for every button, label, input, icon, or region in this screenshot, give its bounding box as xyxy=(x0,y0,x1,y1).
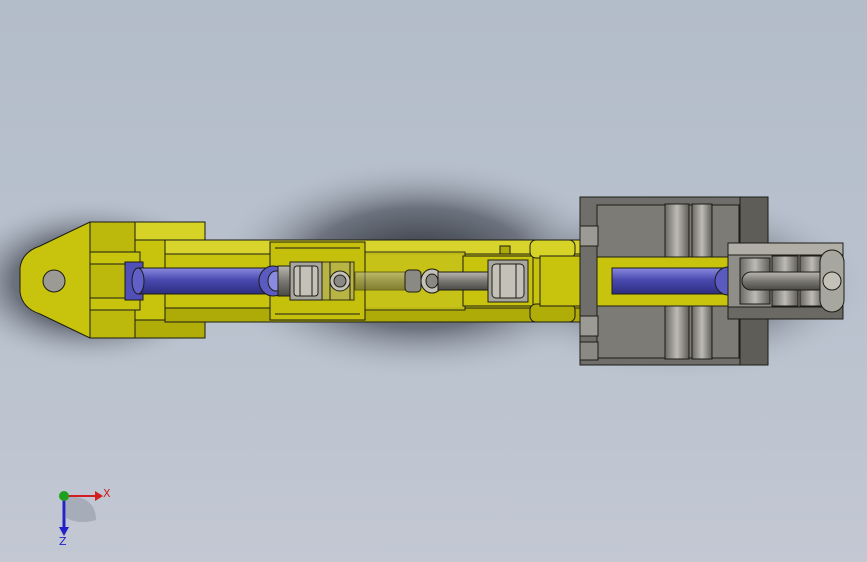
link-joint-right[interactable] xyxy=(487,259,529,303)
left-piston-rod[interactable] xyxy=(124,261,288,301)
cad-viewport[interactable]: X Z xyxy=(0,0,867,562)
right-clevis[interactable] xyxy=(727,242,845,320)
z-axis-label: Z xyxy=(59,535,67,548)
y-axis-dot-icon xyxy=(59,491,69,501)
center-gray-rod[interactable] xyxy=(354,268,497,294)
right-rod-overlay xyxy=(611,266,742,296)
link-joint-left[interactable] xyxy=(277,261,355,301)
x-axis-label: X xyxy=(103,487,111,500)
coordinate-triad: X Z xyxy=(59,487,111,548)
